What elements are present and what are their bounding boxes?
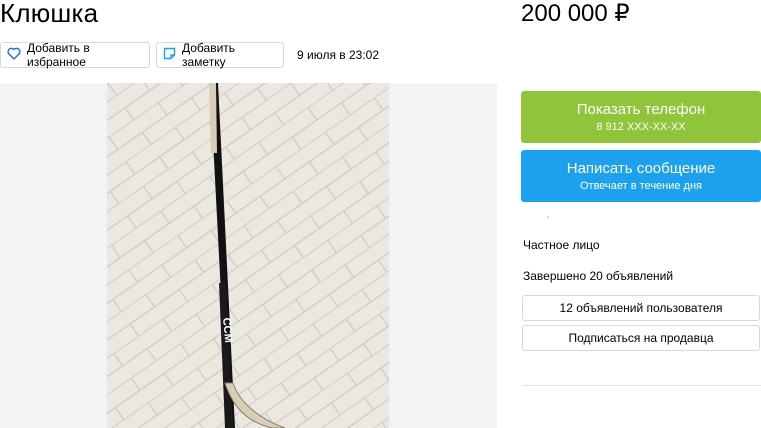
seller-completed-ads: Завершено 20 объявлений	[523, 269, 674, 283]
phone-masked: 8 912 XXX-XX-XX	[596, 120, 686, 133]
add-to-favorites-label: Добавить в избранное	[27, 41, 90, 69]
add-to-favorites-button[interactable]: Добавить в избранное	[0, 41, 150, 69]
divider	[522, 385, 761, 386]
add-note-button[interactable]: Добавить заметку	[156, 41, 284, 69]
listing-photo[interactable]: CCM	[107, 83, 389, 428]
listing-page: Клюшка 200 000 ₽ Добавить в избранное До…	[0, 0, 761, 428]
show-phone-label: Показать телефон	[576, 100, 706, 118]
write-message-label: Написать сообщение	[566, 159, 716, 177]
show-phone-button[interactable]: Показать телефон 8 912 XXX-XX-XX	[521, 91, 761, 143]
response-time: Отвечает в течение дня	[579, 179, 703, 192]
listing-date: 9 июля в 23:02	[297, 48, 380, 62]
seller-avatar-placeholder	[547, 216, 549, 218]
note-icon	[163, 47, 182, 63]
user-ads-button[interactable]: 12 объявлений пользователя	[522, 295, 760, 321]
seller-type: Частное лицо	[523, 238, 600, 252]
write-message-button[interactable]: Написать сообщение Отвечает в течение дн…	[521, 150, 761, 202]
subscribe-seller-button[interactable]: Подписаться на продавца	[522, 325, 760, 351]
svg-text:CCM: CCM	[220, 317, 234, 343]
listing-price: 200 000 ₽	[521, 0, 630, 27]
listing-title: Клюшка	[0, 0, 99, 28]
heart-icon	[7, 47, 27, 63]
photo-gallery[interactable]: CCM	[0, 83, 497, 428]
add-note-label: Добавить заметку	[182, 41, 236, 69]
hockey-stick-photo: CCM	[107, 83, 389, 428]
